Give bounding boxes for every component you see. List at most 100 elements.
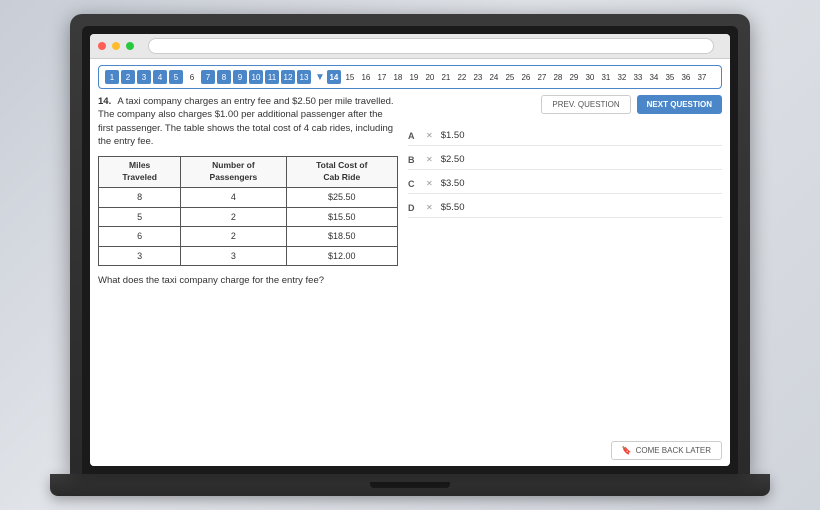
miles-4: 3	[99, 246, 181, 266]
answer-option-b[interactable]: B ✕ $2.50	[408, 150, 722, 170]
laptop-base	[50, 474, 770, 496]
browser-chrome	[90, 34, 730, 59]
answer-option-a[interactable]: A ✕ $1.50	[408, 126, 722, 146]
q-num-12[interactable]: 12	[281, 70, 295, 84]
data-table: MilesTraveled Number ofPassengers Total …	[98, 156, 398, 266]
q-num-10[interactable]: 10	[249, 70, 263, 84]
question-body: A taxi company charges an entry fee and …	[98, 96, 394, 147]
q-num-28[interactable]: 28	[551, 70, 565, 84]
q-num-9[interactable]: 9	[233, 70, 247, 84]
q-num-3[interactable]: 3	[137, 70, 151, 84]
maximize-dot[interactable]	[126, 42, 134, 50]
q-num-6[interactable]: 6	[185, 70, 199, 84]
q-num-23[interactable]: 23	[471, 70, 485, 84]
main-content: 14. A taxi company charges an entry fee …	[98, 95, 722, 460]
cost-4: $12.00	[286, 246, 397, 266]
q-num-34[interactable]: 34	[647, 70, 661, 84]
col-header-passengers: Number ofPassengers	[181, 157, 286, 188]
q-num-18[interactable]: 18	[391, 70, 405, 84]
q-num-26[interactable]: 26	[519, 70, 533, 84]
q-num-14[interactable]: 14	[327, 70, 341, 84]
table-row: 8 4 $25.50	[99, 187, 398, 207]
q-num-22[interactable]: 22	[455, 70, 469, 84]
question-nav: 1 2 3 4 5 6 7 8 9 10 11 12 13 ▼	[98, 65, 722, 89]
q-num-2[interactable]: 2	[121, 70, 135, 84]
miles-1: 8	[99, 187, 181, 207]
option-x-c: ✕	[426, 179, 433, 188]
passengers-4: 3	[181, 246, 286, 266]
q-num-5[interactable]: 5	[169, 70, 183, 84]
option-x-b: ✕	[426, 155, 433, 164]
miles-2: 5	[99, 207, 181, 227]
q-num-27[interactable]: 27	[535, 70, 549, 84]
table-row: 3 3 $12.00	[99, 246, 398, 266]
q-num-31[interactable]: 31	[599, 70, 613, 84]
q-num-16[interactable]: 16	[359, 70, 373, 84]
laptop-outer: 1 2 3 4 5 6 7 8 9 10 11 12 13 ▼	[70, 14, 750, 474]
passengers-3: 2	[181, 227, 286, 247]
q-num-21[interactable]: 21	[439, 70, 453, 84]
option-value-a: $1.50	[441, 130, 465, 141]
cost-2: $15.50	[286, 207, 397, 227]
q-num-15[interactable]: 15	[343, 70, 357, 84]
close-dot[interactable]	[98, 42, 106, 50]
option-value-c: $3.50	[441, 178, 465, 189]
option-value-d: $5.50	[441, 202, 465, 213]
question-number: 14.	[98, 96, 111, 107]
col-header-miles: MilesTraveled	[99, 157, 181, 188]
option-letter-a: A	[408, 131, 418, 141]
passengers-1: 4	[181, 187, 286, 207]
option-letter-c: C	[408, 179, 418, 189]
browser-content: 1 2 3 4 5 6 7 8 9 10 11 12 13 ▼	[90, 59, 730, 466]
bottom-question: What does the taxi company charge for th…	[98, 274, 398, 287]
nav-arrow-down: ▼	[315, 72, 325, 83]
cost-3: $18.50	[286, 227, 397, 247]
next-question-button[interactable]: NEXT QUESTION	[637, 95, 722, 114]
bookmark-icon: 🔖	[622, 446, 632, 455]
answer-option-d[interactable]: D ✕ $5.50	[408, 198, 722, 218]
option-letter-b: B	[408, 155, 418, 165]
laptop-wrapper: 1 2 3 4 5 6 7 8 9 10 11 12 13 ▼	[50, 14, 770, 496]
q-num-37[interactable]: 37	[695, 70, 709, 84]
q-num-32[interactable]: 32	[615, 70, 629, 84]
option-x-a: ✕	[426, 131, 433, 140]
q-num-7[interactable]: 7	[201, 70, 215, 84]
option-x-d: ✕	[426, 203, 433, 212]
col-header-cost: Total Cost ofCab Ride	[286, 157, 397, 188]
q-num-30[interactable]: 30	[583, 70, 597, 84]
table-header-row: MilesTraveled Number ofPassengers Total …	[99, 157, 398, 188]
q-num-36[interactable]: 36	[679, 70, 693, 84]
laptop-notch	[370, 482, 450, 488]
q-num-8[interactable]: 8	[217, 70, 231, 84]
question-text: 14. A taxi company charges an entry fee …	[98, 95, 398, 148]
q-num-24[interactable]: 24	[487, 70, 501, 84]
q-num-13[interactable]: 13	[297, 70, 311, 84]
q-num-11[interactable]: 11	[265, 70, 279, 84]
q-num-17[interactable]: 17	[375, 70, 389, 84]
come-back-button[interactable]: 🔖 COME BACK LATER	[611, 441, 722, 460]
button-row: PREV. QUESTION NEXT QUESTION	[408, 95, 722, 114]
cost-1: $25.50	[286, 187, 397, 207]
question-area: 14. A taxi company charges an entry fee …	[98, 95, 398, 460]
prev-question-button[interactable]: PREV. QUESTION	[541, 95, 630, 114]
q-num-35[interactable]: 35	[663, 70, 677, 84]
passengers-2: 2	[181, 207, 286, 227]
table-row: 6 2 $18.50	[99, 227, 398, 247]
browser-window: 1 2 3 4 5 6 7 8 9 10 11 12 13 ▼	[90, 34, 730, 466]
q-num-20[interactable]: 20	[423, 70, 437, 84]
q-num-4[interactable]: 4	[153, 70, 167, 84]
q-num-25[interactable]: 25	[503, 70, 517, 84]
address-bar[interactable]	[148, 38, 714, 54]
option-value-b: $2.50	[441, 154, 465, 165]
q-num-19[interactable]: 19	[407, 70, 421, 84]
minimize-dot[interactable]	[112, 42, 120, 50]
q-num-33[interactable]: 33	[631, 70, 645, 84]
q-num-29[interactable]: 29	[567, 70, 581, 84]
screen-bezel: 1 2 3 4 5 6 7 8 9 10 11 12 13 ▼	[82, 26, 738, 474]
q-num-1[interactable]: 1	[105, 70, 119, 84]
come-back-label: COME BACK LATER	[636, 446, 711, 455]
option-letter-d: D	[408, 203, 418, 213]
table-row: 5 2 $15.50	[99, 207, 398, 227]
answer-area: PREV. QUESTION NEXT QUESTION A ✕ $1.50 B…	[408, 95, 722, 460]
answer-option-c[interactable]: C ✕ $3.50	[408, 174, 722, 194]
